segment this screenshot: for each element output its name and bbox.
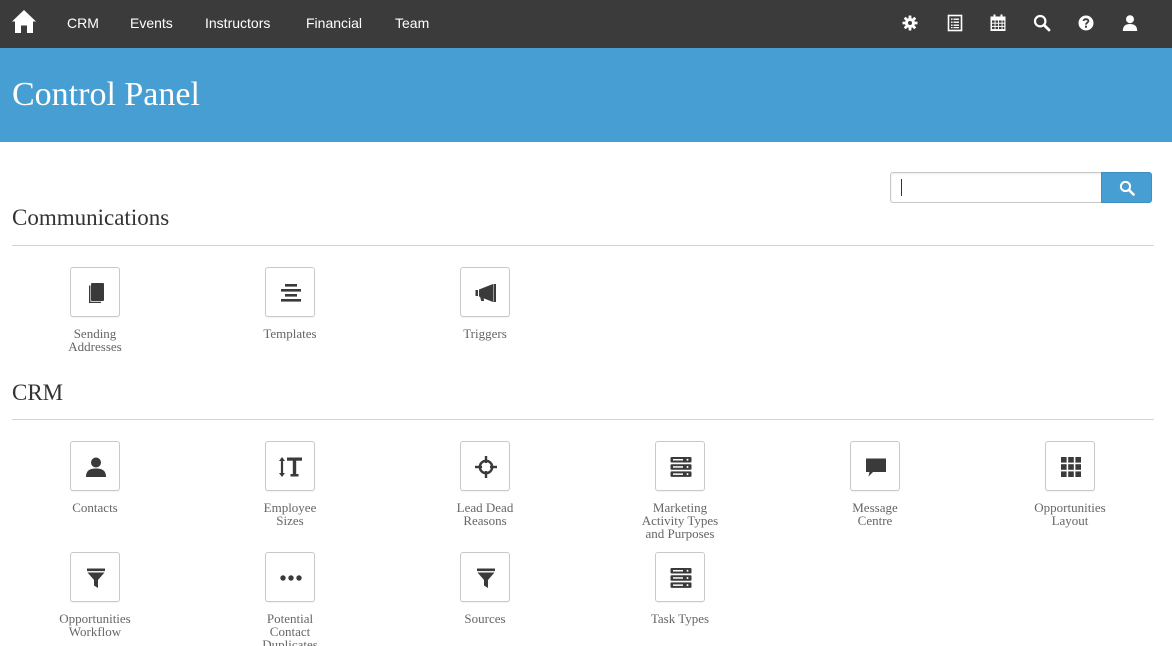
section-title-communications: Communications: [12, 205, 170, 230]
tile-label: Task Types: [650, 611, 710, 626]
tile-icon-box: [70, 441, 120, 491]
tile-sending-addresses[interactable]: Sending Addresses: [20, 267, 170, 367]
tile-sources[interactable]: Sources: [410, 552, 560, 646]
search-input[interactable]: [890, 172, 1102, 203]
tile-label: Marketing Activity Types and Purposes: [641, 500, 719, 541]
help-icon[interactable]: [1077, 14, 1095, 32]
tile-message-centre[interactable]: Message Centre: [800, 441, 950, 541]
text-cursor: [901, 179, 902, 196]
tile-label: Templates: [263, 326, 317, 341]
tile-label: Triggers: [463, 326, 507, 341]
tile-icon-box: [850, 441, 900, 491]
server-icon: [670, 457, 692, 477]
tile-label: Potential Contact Duplicates: [262, 611, 318, 646]
tile-icon-box: [460, 267, 510, 317]
crosshairs-icon: [475, 456, 497, 478]
gear-icon[interactable]: [901, 14, 919, 32]
nav-link-team[interactable]: Team: [395, 15, 429, 31]
grid-icon: [1061, 457, 1081, 477]
nav-link-events[interactable]: Events: [130, 15, 173, 31]
list-icon[interactable]: [946, 14, 964, 32]
home-icon[interactable]: [11, 9, 37, 35]
nav-link-instructors[interactable]: Instructors: [205, 15, 270, 31]
tile-potential-contact-duplicates[interactable]: Potential Contact Duplicates: [215, 552, 365, 646]
section-divider: [12, 419, 1154, 420]
tile-marketing-activity-types[interactable]: Marketing Activity Types and Purposes: [605, 441, 755, 541]
server-icon: [670, 568, 692, 588]
tile-icon-box: [265, 441, 315, 491]
tile-opportunities-layout[interactable]: Opportunities Layout: [995, 441, 1145, 541]
tile-label: Opportunities Workflow: [59, 611, 131, 639]
filter-icon: [87, 568, 105, 588]
tile-icon-box: [655, 552, 705, 602]
filter-icon: [477, 568, 495, 588]
ellipsis-icon: [280, 575, 302, 581]
tile-task-types[interactable]: Task Types: [605, 552, 755, 646]
tile-label: Sending Addresses: [68, 326, 122, 354]
tile-icon-box: [265, 552, 315, 602]
tile-icon-box: [70, 552, 120, 602]
tile-label: Lead Dead Reasons: [456, 500, 514, 528]
section-divider: [12, 245, 1154, 246]
tile-triggers[interactable]: Triggers: [410, 267, 560, 367]
book-icon: [89, 283, 104, 303]
search-icon: [1119, 180, 1135, 196]
tile-label: Employee Sizes: [263, 500, 317, 528]
tile-contacts[interactable]: Contacts: [20, 441, 170, 541]
tile-templates[interactable]: Templates: [215, 267, 365, 367]
section-title-crm: CRM: [12, 380, 64, 405]
tile-opportunities-workflow[interactable]: Opportunities Workflow: [20, 552, 170, 646]
page-header: Control Panel: [0, 48, 1172, 142]
tile-icon-box: [655, 441, 705, 491]
tile-icon-box: [460, 441, 510, 491]
tile-lead-dead-reasons[interactable]: Lead Dead Reasons: [410, 441, 560, 541]
text-height-icon: [279, 457, 302, 477]
nav-link-crm[interactable]: CRM: [67, 15, 99, 31]
comment-icon: [866, 458, 886, 477]
tile-label: Opportunities Layout: [1034, 500, 1106, 528]
search-button[interactable]: [1101, 172, 1152, 203]
align-center-icon: [281, 284, 301, 302]
calendar-icon[interactable]: [989, 14, 1007, 32]
tile-icon-box: [70, 267, 120, 317]
megaphone-icon: [475, 284, 496, 302]
search-icon[interactable]: [1033, 14, 1051, 32]
page-title: Control Panel: [12, 76, 200, 113]
tile-icon-box: [265, 267, 315, 317]
tile-label: Contacts: [72, 500, 118, 515]
tile-icon-box: [1045, 441, 1095, 491]
tile-icon-box: [460, 552, 510, 602]
nav-link-financial[interactable]: Financial: [306, 15, 362, 31]
tile-label: Message Centre: [852, 500, 898, 528]
tile-label: Sources: [464, 611, 506, 626]
user-icon[interactable]: [1121, 14, 1139, 32]
top-nav-bar: CRM Events Instructors Financial Team: [0, 0, 1172, 48]
user-icon: [86, 457, 106, 477]
tile-employee-sizes[interactable]: Employee Sizes: [215, 441, 365, 541]
